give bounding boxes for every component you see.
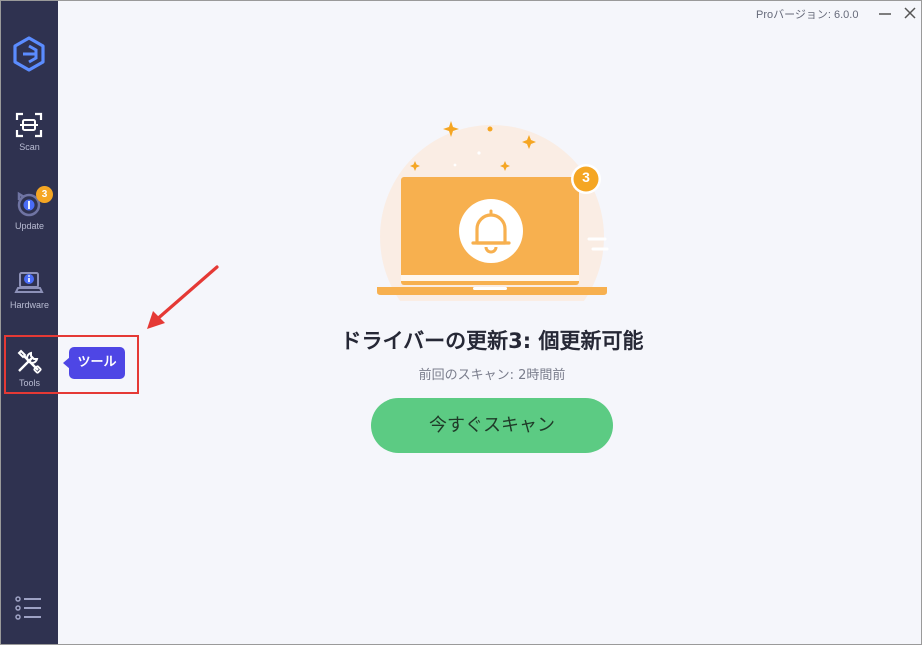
sidebar-item-label: Scan [19,142,40,152]
app-logo-icon [13,36,45,72]
minimize-icon [879,13,891,15]
list-menu-icon[interactable] [15,595,43,621]
close-icon [904,7,916,19]
illustration-badge-count: 3 [582,169,590,185]
minimize-button[interactable] [876,4,894,22]
tools-tooltip: ツール [69,347,125,379]
page-heading: ドライバーの更新3: 個更新可能 [340,329,644,353]
update-notification-illustration [377,121,609,301]
annotation-arrow-icon [147,265,219,329]
sidebar: Scan 3 Update Hardware Tools [1,1,58,644]
sidebar-item-label: Update [14,221,45,231]
last-scan-text: 前回のスキャン: 2時間前 [418,368,566,383]
sidebar-item-hardware[interactable]: Hardware [1,267,58,327]
sidebar-item-update[interactable]: 3 Update [1,186,58,248]
version-label: Proバージョン: 6.0.0 [756,9,859,21]
close-button[interactable] [901,4,919,22]
scan-now-button[interactable]: 今すぐスキャン [371,398,613,453]
update-badge: 3 [36,186,53,203]
sidebar-item-label: Hardware [9,300,49,310]
scan-icon [15,112,43,138]
hardware-icon [14,272,44,293]
sidebar-item-scan[interactable]: Scan [1,109,58,169]
app-window: Scan 3 Update Hardware Tools Proバージョン: 6… [0,0,922,645]
